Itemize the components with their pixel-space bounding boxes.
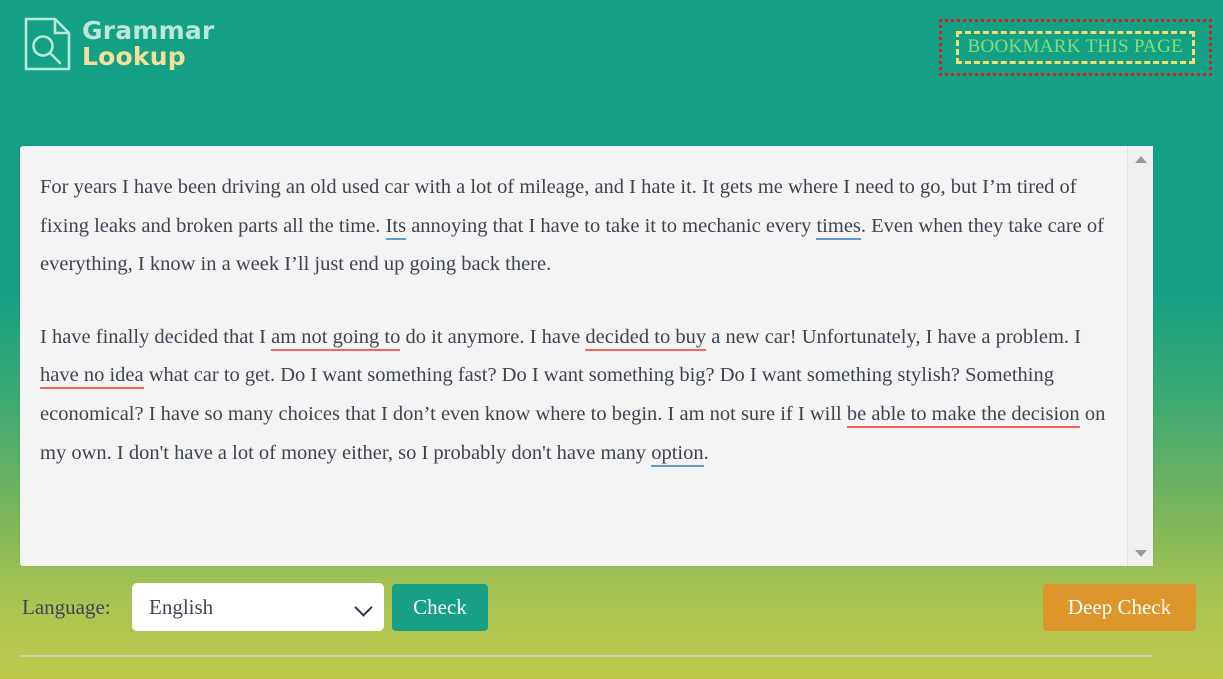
brand-logo[interactable]: Grammar Lookup [22,16,214,72]
brand-name-line1: Grammar [82,16,215,45]
language-label: Language: [22,595,111,619]
bottom-divider [20,655,1153,657]
grammar-error-highlight[interactable]: have no idea [40,364,144,390]
brand-name: Grammar Lookup [82,18,214,70]
grammar-error-highlight[interactable]: decided to buy [585,325,707,351]
editor-text-run: do it anymore. I have [400,325,586,348]
bookmark-this-page-button[interactable]: BOOKMARK THIS PAGE [938,19,1212,76]
text-editor-content[interactable]: For years I have been driving an old use… [20,146,1127,566]
page-header: Grammar Lookup BOOKMARK THIS PAGE [0,0,1223,92]
triangle-up-icon[interactable] [1128,150,1153,168]
triangle-down-icon[interactable] [1128,544,1153,562]
editor-controls: Language: English Check Deep Check [0,583,1223,639]
deep-check-button[interactable]: Deep Check [1043,584,1196,631]
scrollbar-thumb[interactable] [1130,170,1151,470]
editor-text-run: I have finally decided that I [40,325,272,348]
spelling-error-highlight[interactable]: Its [385,214,407,240]
editor-scrollbar[interactable] [1127,146,1153,566]
language-select[interactable]: English [132,583,384,631]
grammar-error-highlight[interactable]: be able to make the decision [846,402,1080,428]
editor-paragraph: For years I have been driving an old use… [40,168,1107,284]
grammar-error-highlight[interactable]: am not going to [271,325,401,351]
editor-text-run: . [703,441,709,464]
text-editor-panel[interactable]: For years I have been driving an old use… [20,146,1153,566]
check-button[interactable]: Check [392,584,488,631]
bookmark-label: BOOKMARK THIS PAGE [955,31,1195,64]
spelling-error-highlight[interactable]: option [651,441,704,467]
editor-paragraph: I have finally decided that I am not goi… [40,318,1107,472]
editor-text-run: a new car! Unfortunately, I have a probl… [706,325,1081,348]
editor-text-run: annoying that I have to take it to mecha… [406,214,817,237]
spelling-error-highlight[interactable]: times [816,214,861,240]
document-magnifier-icon [22,16,74,72]
brand-name-line2: Lookup [82,42,186,71]
